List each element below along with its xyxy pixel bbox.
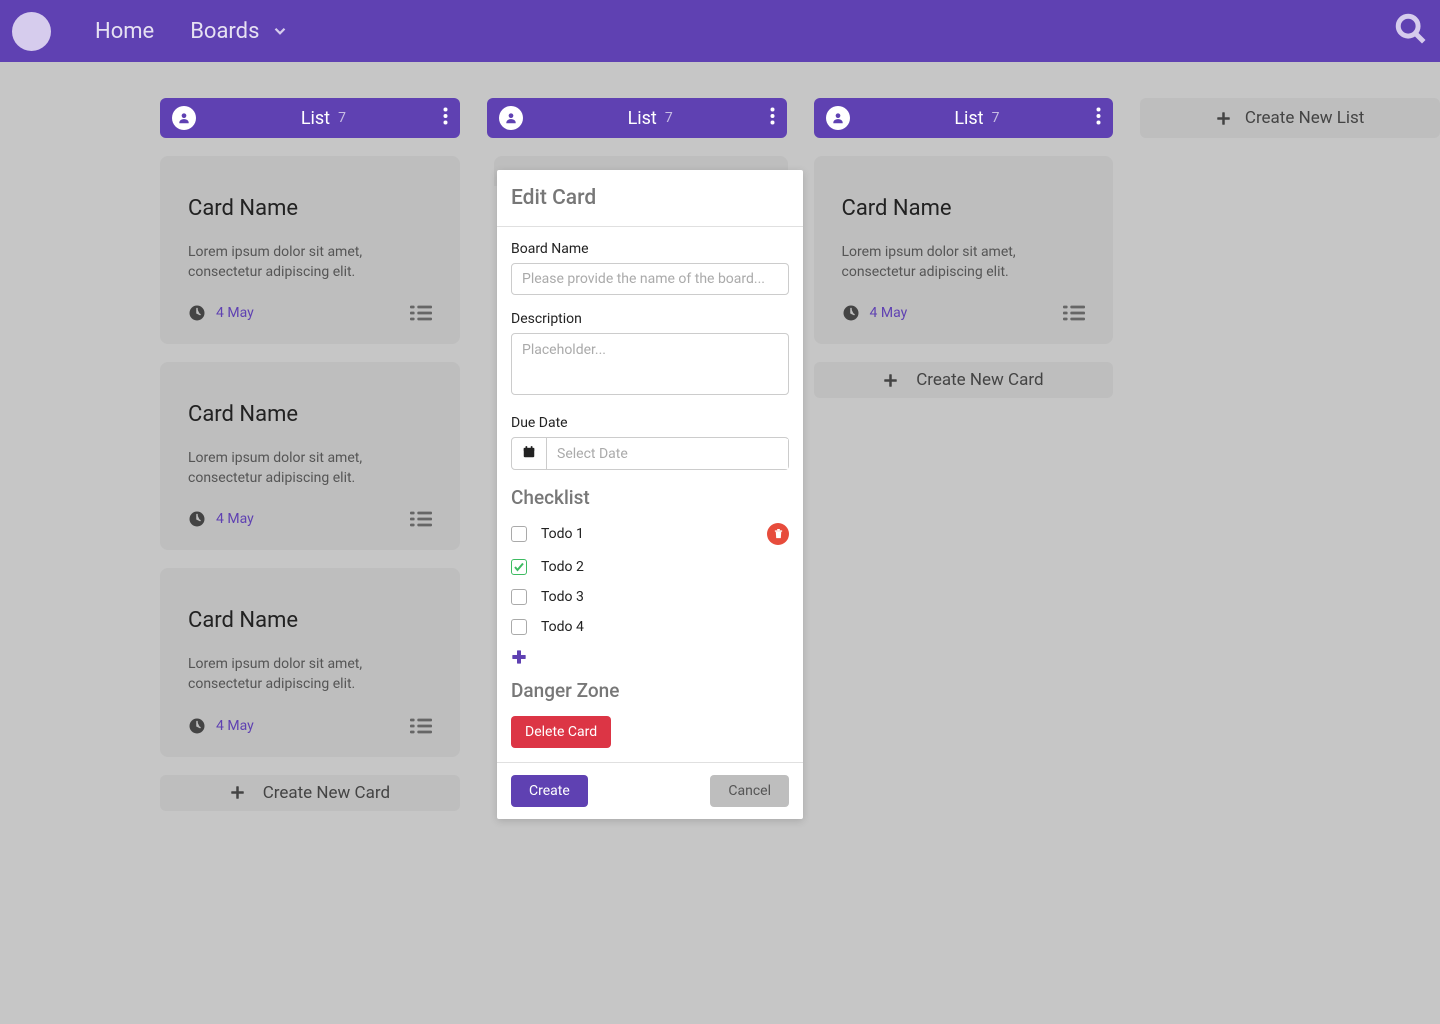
checklist-icon[interactable] [410,510,432,528]
chevron-down-icon [271,22,289,40]
create-button[interactable]: Create [511,775,588,807]
modal-header: Edit Card [497,170,803,227]
list-header[interactable]: List 7 [487,98,787,138]
list-menu-button[interactable] [1096,107,1101,129]
clock-icon [842,304,860,322]
list-count: 7 [665,110,673,126]
checklist-item: Todo 3 [511,589,789,605]
due-date-input[interactable] [547,439,788,469]
calendar-icon [512,438,547,469]
checkmark-icon [513,561,525,573]
nav-boards-label: Boards [190,19,259,44]
create-card-button[interactable]: Create New Card [160,775,460,811]
card-date: 4 May [216,305,254,321]
list-header[interactable]: List 7 [160,98,460,138]
nav-home[interactable]: Home [95,19,154,44]
list-avatar-icon [172,106,196,130]
description-input[interactable] [511,333,789,395]
card-title: Card Name [188,402,432,427]
card-description: Lorem ipsum dolor sit amet, consectetur … [188,449,432,488]
nav-boards[interactable]: Boards [190,19,289,44]
more-vertical-icon [1096,107,1101,125]
cancel-button[interactable]: Cancel [710,775,789,807]
create-card-button[interactable]: Create New Card [814,362,1114,398]
create-list-button[interactable]: Create New List [1140,98,1440,138]
plus-icon [1216,111,1231,126]
due-date-field[interactable] [511,437,789,470]
card-title: Card Name [188,608,432,633]
list-avatar-icon [826,106,850,130]
card-date: 4 May [216,718,254,734]
clock-icon [188,304,206,322]
card[interactable]: Card Name Lorem ipsum dolor sit amet, co… [160,156,460,344]
list-header[interactable]: List 7 [814,98,1114,138]
checklist-checkbox[interactable] [511,589,527,605]
trash-icon [773,528,784,540]
search-icon [1394,12,1428,46]
card-description: Lorem ipsum dolor sit amet, consectetur … [188,243,432,282]
checklist-checkbox[interactable] [511,526,527,542]
checklist-item-label: Todo 2 [541,559,789,575]
checklist-section-title: Checklist [511,486,789,509]
create-list-label: Create New List [1245,108,1364,128]
checklist-icon[interactable] [410,304,432,322]
plus-icon [883,373,898,388]
more-vertical-icon [443,107,448,125]
topbar: Home Boards [0,0,1440,62]
danger-zone-title: Danger Zone [511,679,789,702]
checklist-item: Todo 4 [511,619,789,635]
plus-icon [230,785,245,800]
board-name-input[interactable] [511,263,789,295]
card-title: Card Name [188,196,432,221]
card-description: Lorem ipsum dolor sit amet, consectetur … [188,655,432,694]
create-card-label: Create New Card [263,783,390,803]
checklist-item-label: Todo 4 [541,619,789,635]
checklist-item-label: Todo 3 [541,589,789,605]
list-column: List 7 Card Name Lorem ipsum dolor sit a… [160,98,460,811]
list-count: 7 [992,110,1000,126]
list-avatar-icon [499,106,523,130]
card-date: 4 May [870,305,908,321]
list-title: List [301,108,330,129]
checklist-item: Todo 2 [511,559,789,575]
card[interactable]: Card Name Lorem ipsum dolor sit amet, co… [160,362,460,550]
due-date-label: Due Date [511,415,789,431]
checklist-item: Todo 1 [511,523,789,545]
checklist-icon[interactable] [410,717,432,735]
create-card-label: Create New Card [916,370,1043,390]
modal-title: Edit Card [511,186,789,210]
list-title: List [954,108,983,129]
checklist-icon[interactable] [1063,304,1085,322]
edit-card-modal: Edit Card Board Name Description Due Dat… [497,170,803,819]
plus-icon [511,649,527,665]
list-column: List 7 [487,98,787,138]
board-name-label: Board Name [511,241,789,257]
avatar[interactable] [12,12,51,51]
card[interactable]: Card Name Lorem ipsum dolor sit amet, co… [814,156,1114,344]
card[interactable]: Card Name Lorem ipsum dolor sit amet, co… [160,568,460,756]
more-vertical-icon [770,107,775,125]
card-date: 4 May [216,511,254,527]
list-count: 7 [338,110,346,126]
checklist-checkbox[interactable] [511,559,527,575]
add-checklist-item-button[interactable] [511,649,789,669]
checklist-item-label: Todo 1 [541,526,753,542]
clock-icon [188,717,206,735]
search-button[interactable] [1394,12,1428,50]
card-title: Card Name [842,196,1086,221]
list-title: List [628,108,657,129]
list-menu-button[interactable] [443,107,448,129]
card-description: Lorem ipsum dolor sit amet, consectetur … [842,243,1086,282]
checklist-checkbox[interactable] [511,619,527,635]
description-label: Description [511,311,789,327]
delete-card-button[interactable]: Delete Card [511,716,611,748]
list-column: List 7 Card Name Lorem ipsum dolor sit a… [814,98,1114,398]
delete-checklist-item-button[interactable] [767,523,789,545]
list-menu-button[interactable] [770,107,775,129]
clock-icon [188,510,206,528]
